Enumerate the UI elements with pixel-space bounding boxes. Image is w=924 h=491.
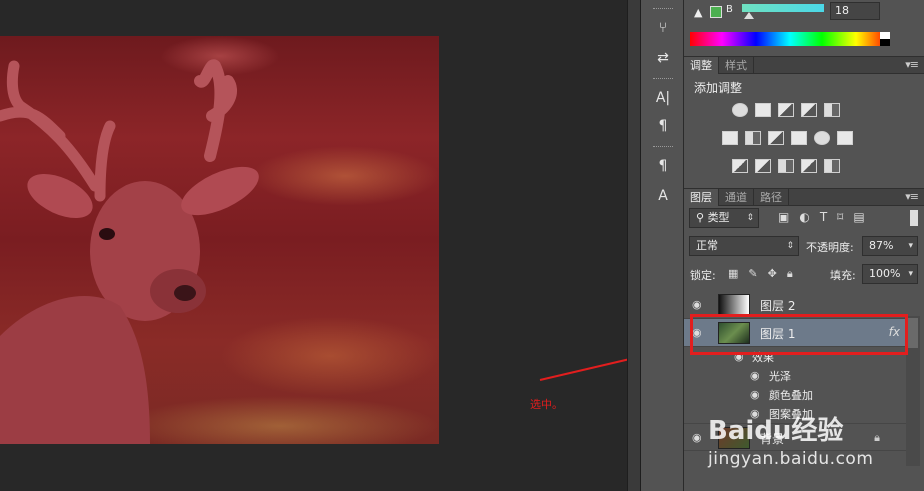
filter-kind-select[interactable]: ⚲ 类型 ⇕ [689,208,759,228]
visibility-eye-icon[interactable]: ◉ [692,327,706,338]
fx-icon[interactable]: fx [889,325,900,339]
layer-thumbnail [718,322,750,344]
dock-separator[interactable] [627,0,641,491]
fill-label: 填充: [830,269,856,282]
slider-thumb[interactable] [744,12,754,19]
grip-handle[interactable] [653,146,673,148]
annotation-label: 选中。 [530,398,563,411]
invert-icon[interactable] [732,159,748,173]
visibility-eye-icon[interactable]: ◉ [692,299,706,310]
annotation-arrow [539,358,627,381]
scrollbar-thumb[interactable] [908,318,918,348]
adjustment-icons-row-3 [732,159,847,173]
lock-icon: 🔒︎ [874,431,880,444]
character-styles-icon[interactable]: A [649,184,677,208]
tab-styles[interactable]: 样式 [719,57,754,74]
layers-scrollbar[interactable] [906,316,920,466]
color-lookup-icon[interactable] [837,131,853,145]
blend-mode-select[interactable]: 正常 ⇕ [689,236,799,256]
watermark-brand: Baidu经验 [708,416,844,446]
layer-name[interactable]: 图层 2 [760,297,795,314]
document-canvas[interactable]: 选中。 [0,0,627,491]
pixel-filter-icon[interactable]: ▣ [778,210,789,224]
gradient-map-icon[interactable] [824,159,840,173]
lock-transparency-icon[interactable]: ▦ [728,267,738,281]
effect-name: 光泽 [769,370,791,383]
layer-row-selected[interactable]: ◉ 图层 1 fx [684,319,906,347]
search-icon: ⚲ [696,211,708,224]
visibility-eye-icon[interactable]: ◉ [750,370,764,381]
lock-all-icon[interactable]: 🔒︎ [787,267,793,281]
filter-toggle[interactable] [910,210,918,226]
exposure-icon[interactable] [801,103,817,117]
smart-object-filter-icon[interactable]: ▤ [853,210,864,224]
effects-header-row[interactable]: ◉ 效果 [684,347,906,366]
brightness-icon[interactable] [732,103,748,117]
gamut-warning-icon[interactable]: ▲ [694,6,702,19]
adjustments-title: 添加调整 [694,81,743,95]
fill-input[interactable]: 100% ▾ [862,264,918,284]
color-balance-icon[interactable] [745,131,761,145]
visibility-eye-icon[interactable]: ◉ [692,432,706,443]
watermark-url: jingyan.baidu.com [708,449,874,469]
shape-filter-icon[interactable]: ⌑ [837,210,843,224]
visibility-eye-icon[interactable]: ◉ [750,389,764,400]
layer-name[interactable]: 图层 1 [760,325,795,342]
levels-icon[interactable] [755,103,771,117]
character-icon[interactable]: A| [649,86,677,110]
vibrance-icon[interactable] [824,103,840,117]
grip-handle[interactable] [653,8,673,10]
effect-row[interactable]: ◉ 颜色叠加 [684,385,906,404]
tab-adjustments[interactable]: 调整 [684,57,719,74]
paragraph-icon[interactable]: ¶ [649,114,677,138]
brush-presets-icon[interactable]: ⑂ [649,16,677,40]
adjustment-icons-row-1 [732,103,847,117]
lock-pixels-icon[interactable]: ✎ [748,267,757,281]
effect-name: 颜色叠加 [769,389,813,402]
layer-thumbnail [718,294,750,316]
filter-icons: ▣ ◐ T ⌑ ▤ [778,210,865,224]
color-spectrum-bar[interactable] [690,32,890,46]
adjustments-tab-bar: 调整 样式 ▾≡ [684,56,924,74]
tool-presets-icon[interactable]: ⇄ [649,46,677,70]
lock-icons: ▦ ✎ ✥ 🔒︎ [728,267,793,281]
panel-menu-icon[interactable]: ▾≡ [905,58,919,71]
color-panel: ▲ B 18 [684,0,924,55]
adjustment-icons-row-2 [722,131,860,145]
opacity-input[interactable]: 87% ▾ [862,236,918,256]
channel-value-input[interactable]: 18 [830,2,880,20]
tab-layers[interactable]: 图层 [684,189,719,206]
lock-label: 锁定: [690,269,716,282]
type-filter-icon[interactable]: T [820,210,827,224]
tab-paths[interactable]: 路径 [754,189,789,206]
black-white-icon[interactable] [768,131,784,145]
channel-mixer-icon[interactable] [814,131,830,145]
adjustment-filter-icon[interactable]: ◐ [799,210,809,224]
selective-color-icon[interactable] [801,159,817,173]
layer-row[interactable]: ◉ 图层 2 [684,291,906,319]
paragraph-styles-icon[interactable]: ¶ [649,154,677,178]
photo-filter-icon[interactable] [791,131,807,145]
effect-row[interactable]: ◉ 光泽 [684,366,906,385]
channel-label: B [726,4,733,15]
threshold-icon[interactable] [778,159,794,173]
posterize-icon[interactable] [755,159,771,173]
grip-handle[interactable] [653,78,673,80]
color-swatch[interactable] [710,6,722,18]
hue-saturation-icon[interactable] [722,131,738,145]
panel-icon-strip: ⑂ ⇄ A| ¶ ¶ A [641,0,684,491]
layers-tab-bar: 图层 通道 路径 ▾≡ [684,188,924,206]
lock-position-icon[interactable]: ✥ [768,267,777,281]
watermark: Baidu经验 jingyan.baidu.com [708,410,873,469]
effects-header: 效果 [752,351,774,364]
tab-channels[interactable]: 通道 [719,189,754,206]
visibility-eye-icon[interactable]: ◉ [734,351,748,362]
opacity-label: 不透明度: [806,241,854,254]
curves-icon[interactable] [778,103,794,117]
panel-menu-icon[interactable]: ▾≡ [905,190,919,203]
channel-slider[interactable] [742,4,824,12]
